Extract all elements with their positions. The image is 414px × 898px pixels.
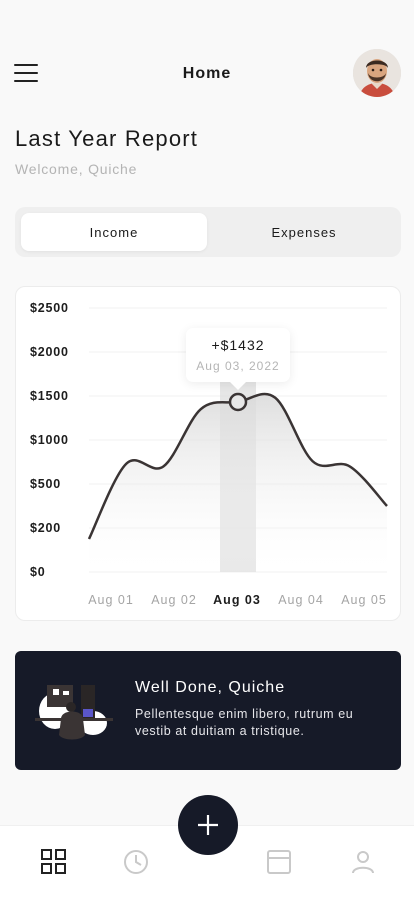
x-tick-label-active: Aug 03 [213,593,261,607]
achievement-banner: Well Done, Quiche Pellentesque enim libe… [15,651,401,770]
tooltip-value: +$1432 [211,337,265,353]
y-tick-label: $2000 [30,345,69,359]
profile-icon[interactable] [349,848,377,876]
income-expense-tabs: Income Expenses [15,207,401,257]
x-tick-label: Aug 04 [278,593,324,607]
banner-title: Well Done, Quiche [135,679,286,696]
banner-text: Pellentesque enim libero, rutrum eu vest… [135,707,354,738]
y-tick-label: $200 [30,521,62,535]
tab-expenses[interactable]: Expenses [211,213,397,251]
x-tick-label: Aug 02 [151,593,197,607]
avatar[interactable] [353,49,401,97]
dashboard-grid-icon[interactable] [40,848,68,876]
data-point-aug-03[interactable] [228,392,248,412]
y-tick-label: $1000 [30,433,69,447]
area-fill [89,393,387,572]
chart-tooltip: +$1432 Aug 03, 2022 [186,328,290,390]
card-icon[interactable] [265,848,293,876]
report-title: Last Year Report [15,126,199,151]
page-title: Home [182,65,232,82]
y-tick-label: $500 [30,477,62,491]
y-tick-label: $1500 [30,389,69,403]
tooltip-date: Aug 03, 2022 [196,359,280,373]
plus-icon [198,815,218,835]
y-tick-label: $0 [30,565,46,579]
welcome-text: Welcome, Quiche [15,161,138,177]
app-header: Home [0,48,414,98]
add-button[interactable] [178,795,238,855]
x-tick-label: Aug 01 [88,593,134,607]
working-person-illustration-icon [33,679,115,743]
tab-income[interactable]: Income [21,213,207,251]
clock-icon[interactable] [122,848,150,876]
x-tick-label: Aug 05 [341,593,387,607]
income-chart-card: $2500 $2000 $1500 $1000 $500 $200 $0 Aug… [15,286,401,621]
y-tick-label: $2500 [30,301,69,315]
